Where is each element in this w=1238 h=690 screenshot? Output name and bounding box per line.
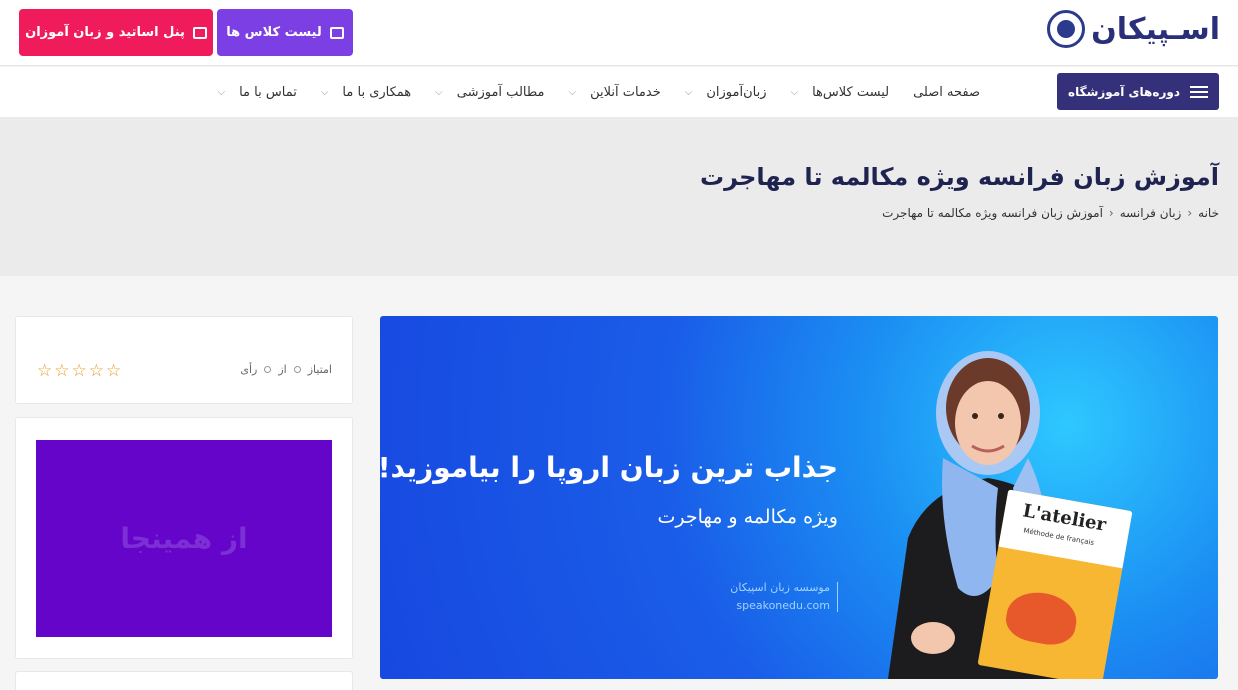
list-icon: [329, 26, 344, 39]
site-logo[interactable]: اسـپیکان: [1047, 10, 1221, 48]
book-illustration: [1002, 587, 1081, 649]
hamburger-icon: [1189, 85, 1208, 98]
class-list-button[interactable]: لیست کلاس ها: [217, 9, 353, 56]
chevron-down-icon: ⌵: [320, 86, 329, 98]
course-banner-image: جذاب ترین زبان اروپا را بیاموزید! ویژه م…: [380, 316, 1218, 679]
nav-item-educational-content[interactable]: مطالب آموزشی ⌵: [423, 85, 556, 100]
nav-item-cooperation[interactable]: همکاری با ما ⌵: [309, 85, 423, 100]
courses-menu-button[interactable]: دوره‌های آموزشگاه: [1057, 73, 1219, 110]
rating-score-value: [293, 366, 301, 373]
star-outline-icon[interactable]: ☆: [89, 362, 104, 380]
page-title: آموزش زبان فرانسه ویژه مکالمه تا مهاجرت: [700, 163, 1219, 191]
rating-votes-label: رأی: [240, 363, 258, 376]
nav-item-online-services[interactable]: خدمات آنلاین ⌵: [557, 85, 673, 100]
nav-item-label: تماس با ما: [239, 84, 297, 100]
chevron-down-icon: ⌵: [790, 86, 799, 98]
chevron-down-icon: ⌵: [684, 86, 693, 98]
nav-item-class-list[interactable]: لیست کلاس‌ها ⌵: [778, 85, 901, 100]
chevron-down-icon: ⌵: [217, 86, 226, 98]
courses-menu-label: دوره‌های آموزشگاه: [1068, 84, 1180, 99]
nav-item-home[interactable]: صفحه اصلی: [901, 85, 992, 100]
chevron-left-icon: ‹: [1187, 206, 1193, 220]
star-outline-icon[interactable]: ☆: [72, 362, 87, 380]
logo-emblem-icon: [1047, 10, 1086, 48]
logo-text: اسـپیکان: [1091, 11, 1221, 47]
sidebar-ad-card: از همینجا: [15, 417, 353, 659]
star-outline-icon[interactable]: ☆: [106, 362, 121, 380]
nav-item-contact[interactable]: تماس با ما ⌵: [206, 85, 309, 100]
rating-score-label: امتیاز: [307, 363, 332, 376]
nav-item-label: لیست کلاس‌ها: [812, 84, 890, 100]
star-outline-icon[interactable]: ☆: [54, 362, 69, 380]
banner-institute: موسسه زبان اسپیکان: [730, 581, 830, 594]
banner-headline: جذاب ترین زبان اروپا را بیاموزید!: [380, 451, 838, 484]
chevron-down-icon: ⌵: [568, 86, 577, 98]
rating-card: امتیاز از رأی ☆ ☆ ☆ ☆ ☆: [15, 316, 353, 404]
nav-menu: صفحه اصلی لیست کلاس‌ها ⌵ زبان‌آموزان ⌵ خ…: [206, 67, 993, 117]
breadcrumb-current: آموزش زبان فرانسه ویژه مکالمه تا مهاجرت: [882, 206, 1103, 220]
breadcrumb-home[interactable]: خانه: [1198, 206, 1219, 220]
nav-item-label: مطالب آموزشی: [456, 84, 545, 100]
main-navigation: دوره‌های آموزشگاه صفحه اصلی لیست کلاس‌ها…: [0, 67, 1238, 117]
nav-item-label: همکاری با ما: [342, 84, 412, 100]
chevron-down-icon: ⌵: [435, 86, 443, 98]
star-rating[interactable]: ☆ ☆ ☆ ☆ ☆: [37, 362, 121, 380]
panel-button-label: پنل اساتید و زبان آموزان: [25, 25, 185, 40]
chevron-left-icon: ‹: [1108, 206, 1114, 220]
breadcrumb-category[interactable]: زبان فرانسه: [1120, 206, 1182, 220]
rating-summary: امتیاز از رأی: [240, 363, 332, 376]
star-outline-icon[interactable]: ☆: [37, 362, 52, 380]
breadcrumb: خانه ‹ زبان فرانسه ‹ آموزش زبان فرانسه و…: [882, 206, 1219, 220]
nav-item-label: صفحه اصلی: [913, 84, 980, 100]
class-list-button-label: لیست کلاس ها: [226, 25, 322, 40]
teacher-student-panel-button[interactable]: پنل اساتید و زبان آموزان: [19, 9, 213, 56]
banner-divider: [837, 582, 838, 612]
nav-item-students[interactable]: زبان‌آموزان ⌵: [673, 85, 779, 100]
banner-subline: ویژه مکالمه و مهاجرت: [657, 506, 838, 528]
top-header: پنل اساتید و زبان آموزان لیست کلاس ها اس…: [0, 0, 1238, 66]
ad-banner[interactable]: از همینجا: [36, 440, 332, 637]
login-icon: [192, 26, 207, 39]
page-header: آموزش زبان فرانسه ویژه مکالمه تا مهاجرت …: [0, 117, 1238, 276]
rating-votes-value: [264, 366, 272, 373]
ad-text: از همینجا: [120, 522, 248, 555]
nav-item-label: زبان‌آموزان: [706, 84, 767, 100]
banner-url: speakonedu.com: [736, 599, 830, 612]
rating-of-label: از: [278, 363, 287, 376]
sidebar-card: [15, 671, 353, 690]
nav-item-label: خدمات آنلاین: [590, 84, 661, 100]
